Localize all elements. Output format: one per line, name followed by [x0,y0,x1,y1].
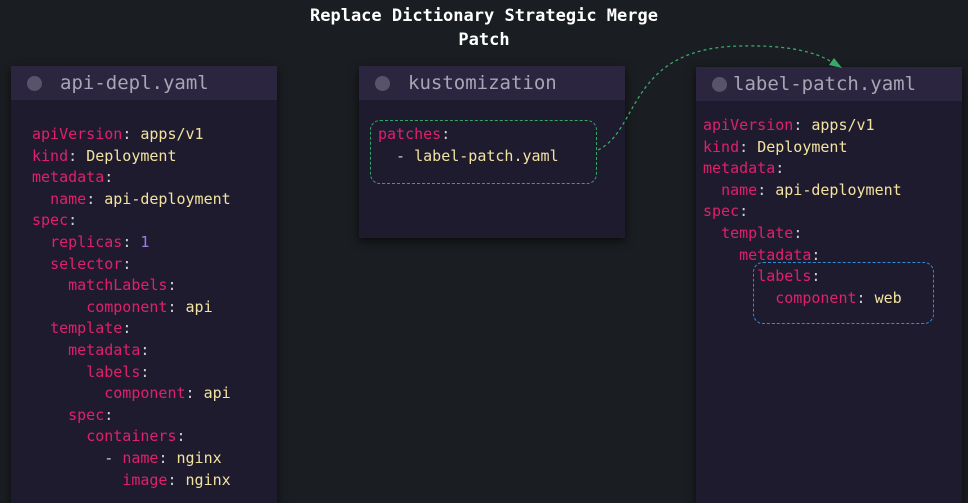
arrow-head-icon [829,58,842,68]
patch-reference-arrow [597,45,842,151]
arrow-line [597,45,833,151]
